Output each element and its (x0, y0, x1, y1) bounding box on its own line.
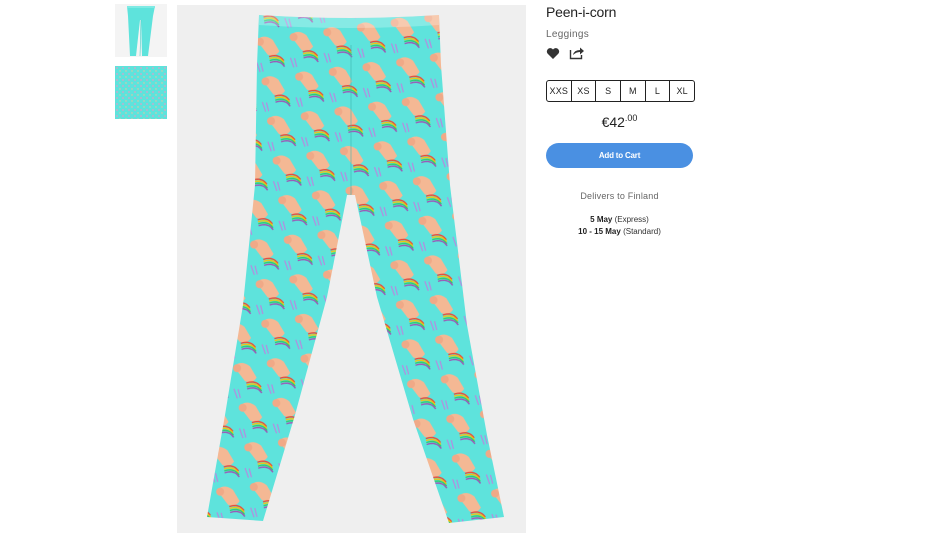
thumbnail-list (115, 4, 167, 128)
product-actions (546, 46, 746, 60)
product-type: Leggings (546, 29, 589, 40)
leggings-thumbnail-image (115, 4, 167, 57)
delivery-standard: 10 - 15 May (Standard) (546, 226, 693, 238)
size-option-m[interactable]: M (620, 81, 645, 101)
standard-label: (Standard) (623, 227, 661, 236)
price-main: €42 (601, 114, 625, 130)
size-option-s[interactable]: S (595, 81, 620, 101)
express-label: (Express) (614, 215, 649, 224)
share-icon[interactable] (569, 46, 585, 60)
heart-icon[interactable] (546, 47, 560, 60)
delivery-heading: Delivers to Finland (580, 191, 659, 201)
add-to-cart-button[interactable]: Add to Cart (546, 143, 693, 168)
product-title: Peen-i-corn (546, 4, 617, 20)
product-info-panel: Peen-i-corn Leggings XXS XS S M L XL €42… (546, 4, 746, 238)
size-option-xxs[interactable]: XXS (547, 81, 571, 101)
delivery-express: 5 May (Express) (546, 214, 693, 226)
thumbnail-pattern[interactable] (115, 66, 167, 119)
delivery-info: Delivers to Finland 5 May (Express) 10 -… (546, 191, 693, 238)
price: €42.00 (546, 113, 693, 130)
size-selector: XXS XS S M L XL (546, 80, 695, 102)
size-option-l[interactable]: L (644, 81, 670, 101)
express-date: 5 May (590, 215, 613, 224)
product-image (177, 5, 526, 533)
thumbnail-leggings[interactable] (115, 4, 167, 57)
pattern-thumbnail-image (115, 66, 167, 119)
price-cents: .00 (624, 113, 638, 123)
standard-date: 10 - 15 May (578, 227, 621, 236)
size-option-xs[interactable]: XS (570, 81, 596, 101)
size-option-xl[interactable]: XL (669, 81, 694, 101)
leggings-image (177, 5, 526, 533)
